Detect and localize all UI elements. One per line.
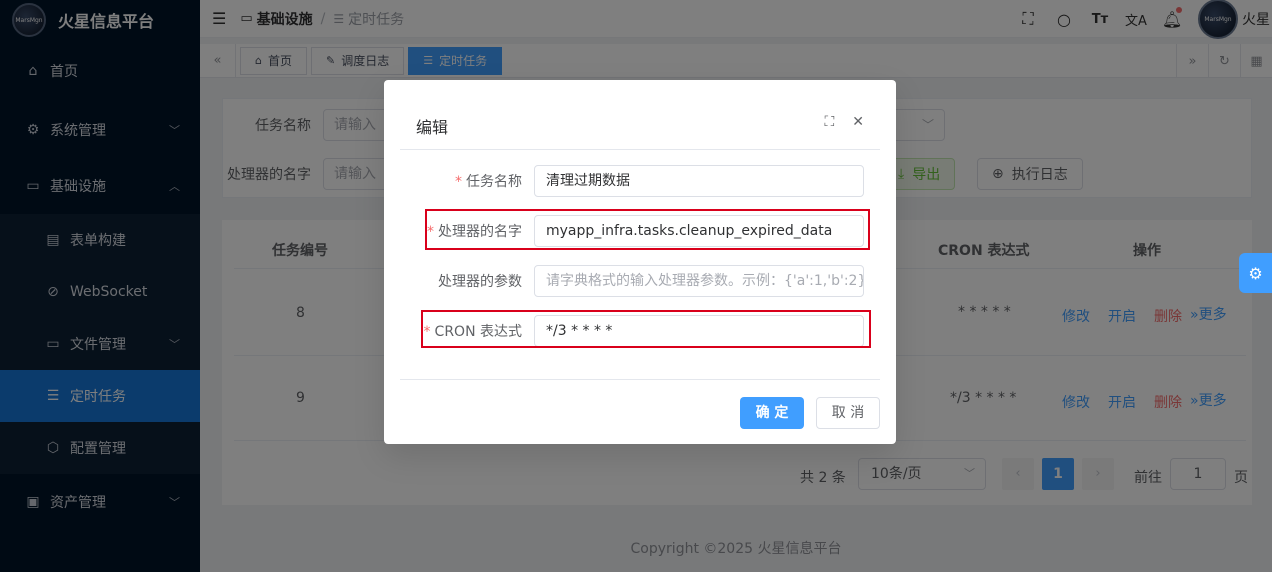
confirm-button[interactable]: 确 定	[740, 397, 804, 429]
field-label-text: 任务名称	[466, 174, 522, 190]
dialog-divider	[400, 149, 880, 150]
task-name-input[interactable]: 清理过期数据	[534, 165, 864, 197]
handler-param-input[interactable]: 请字典格式的输入处理器参数。示例：{'a':1,'b':2}	[534, 265, 864, 297]
cancel-button[interactable]: 取 消	[816, 397, 880, 429]
settings-button[interactable]: ⚙	[1239, 253, 1272, 293]
dialog-divider	[400, 379, 880, 380]
field-handler-param: 处理器的参数 请字典格式的输入处理器参数。示例：{'a':1,'b':2}	[400, 265, 880, 297]
required-mark: *	[455, 174, 462, 190]
close-icon[interactable]: ✕	[852, 114, 864, 130]
highlight-box	[425, 209, 870, 250]
edit-dialog: 编辑 ⛶ ✕ * 任务名称 清理过期数据 * 处理器的名字 myapp_infra.…	[384, 80, 896, 444]
highlight-box	[421, 310, 871, 348]
field-task-name: * 任务名称 清理过期数据	[400, 165, 880, 197]
field-label: 处理器的参数	[438, 274, 522, 290]
dialog-title: 编辑	[416, 118, 449, 137]
fullscreen-icon[interactable]: ⛶	[824, 114, 834, 130]
dialog-header-icons: ⛶ ✕	[824, 114, 864, 130]
gear-icon: ⚙	[1248, 263, 1263, 283]
field-label: * 任务名称	[400, 171, 534, 191]
